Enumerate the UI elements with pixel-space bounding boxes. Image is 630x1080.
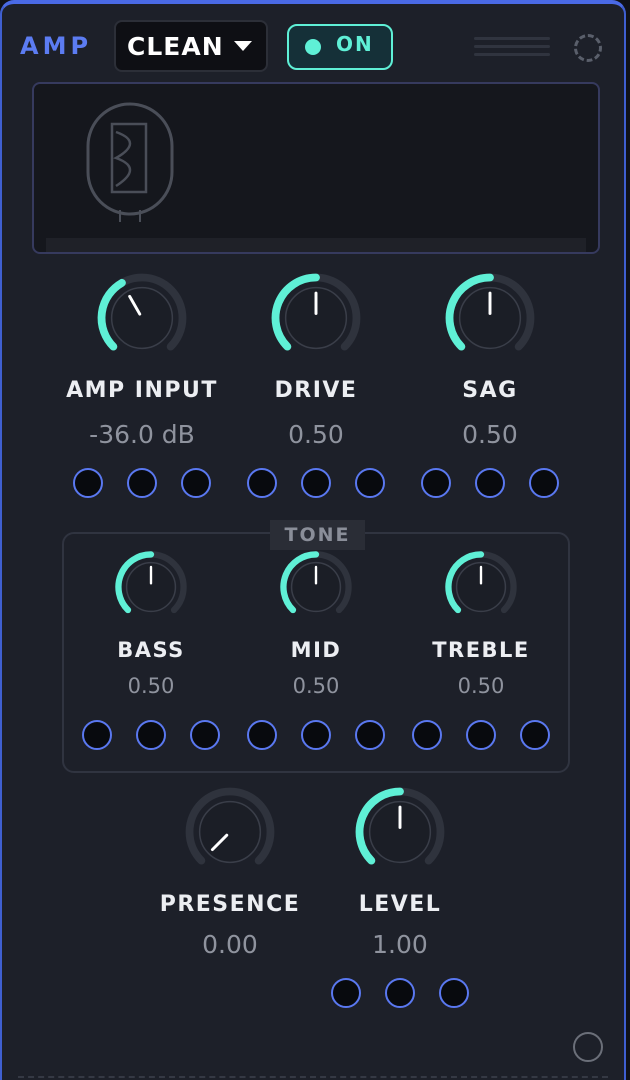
mid-knob-graphic — [280, 551, 352, 614]
mod-port[interactable] — [421, 468, 451, 498]
treble-label: TREBLE — [432, 638, 530, 662]
knob-body — [198, 800, 262, 864]
amp-display — [32, 82, 600, 254]
mod-port[interactable] — [181, 468, 211, 498]
presence-knob-graphic — [185, 787, 275, 865]
caret-down-icon — [233, 41, 252, 51]
mod-port[interactable] — [331, 978, 361, 1008]
sag-knob-graphic — [445, 273, 535, 351]
panel-divider — [18, 1076, 608, 1078]
mod-port[interactable] — [520, 720, 550, 750]
amp-input-knob-graphic — [97, 273, 187, 351]
amp-input-knob[interactable] — [96, 272, 188, 364]
mod-port[interactable] — [475, 468, 505, 498]
mod-port[interactable] — [247, 720, 277, 750]
knob-body — [110, 286, 174, 350]
power-label: ON — [336, 32, 374, 56]
preset-value: CLEAN — [127, 31, 224, 61]
mod-port[interactable] — [355, 468, 385, 498]
mod-port[interactable] — [439, 978, 469, 1008]
treble-knob-graphic — [445, 551, 517, 614]
bass-knob-graphic — [115, 551, 187, 614]
drive-knob[interactable] — [270, 272, 362, 364]
preset-dropdown[interactable]: CLEAN — [114, 20, 268, 72]
level-knob-graphic — [355, 787, 445, 865]
mod-port[interactable] — [247, 468, 277, 498]
bass-knob[interactable] — [114, 550, 188, 624]
mod-port[interactable] — [301, 720, 331, 750]
mod-port[interactable] — [355, 720, 385, 750]
resize-handle-icon[interactable] — [573, 1032, 603, 1062]
loading-spinner-icon — [574, 34, 602, 62]
level-value: 1.00 — [372, 930, 428, 959]
power-toggle[interactable]: ON — [287, 24, 393, 70]
mod-port[interactable] — [82, 720, 112, 750]
tone-section-title: TONE — [270, 520, 365, 550]
mod-port[interactable] — [73, 468, 103, 498]
sag-knob[interactable] — [444, 272, 536, 364]
tube-icon — [86, 102, 174, 222]
mod-port[interactable] — [136, 720, 166, 750]
level-label: LEVEL — [358, 892, 442, 917]
level-knob[interactable] — [354, 786, 446, 878]
mod-port[interactable] — [127, 468, 157, 498]
mod-port[interactable] — [385, 978, 415, 1008]
mod-port[interactable] — [301, 468, 331, 498]
mod-port[interactable] — [412, 720, 442, 750]
mod-port[interactable] — [466, 720, 496, 750]
power-led-icon — [305, 39, 321, 55]
drag-handle-icon[interactable] — [474, 37, 550, 57]
treble-value: 0.50 — [457, 674, 505, 698]
mid-knob[interactable] — [279, 550, 353, 624]
mod-port[interactable] — [529, 468, 559, 498]
treble-knob[interactable] — [444, 550, 518, 624]
mod-port[interactable] — [190, 720, 220, 750]
display-footer — [46, 238, 586, 252]
amp-module-panel: AMP CLEAN ON AMP INPUT -36.0 dB DRIVE 0.… — [0, 0, 626, 1080]
presence-knob[interactable] — [184, 786, 276, 878]
sag-value: 0.50 — [462, 420, 518, 449]
sag-label: SAG — [462, 378, 518, 403]
drive-knob-graphic — [271, 273, 361, 351]
module-title: AMP — [20, 32, 93, 60]
